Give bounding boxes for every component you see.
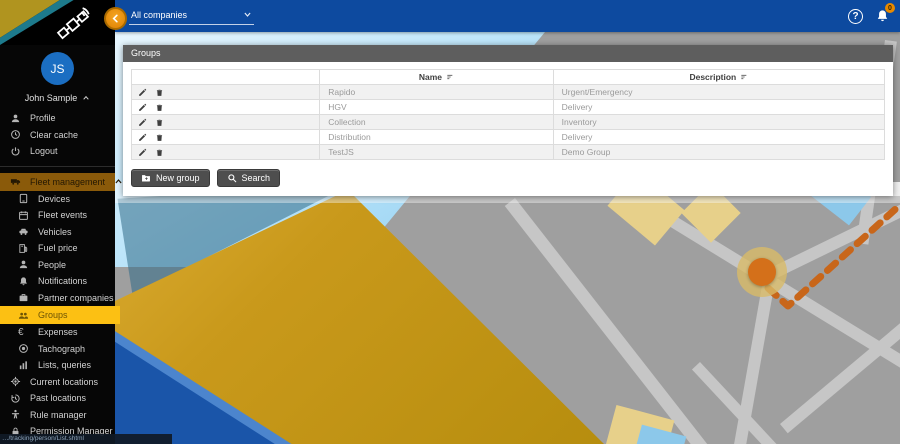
history-icon xyxy=(10,393,21,404)
sidebar-item-lists-queries[interactable]: Lists, queries xyxy=(0,357,115,374)
sidebar-item-devices[interactable]: Devices xyxy=(0,191,115,208)
delete-icon[interactable] xyxy=(155,148,164,157)
sidebar-item-expenses[interactable]: € Expenses xyxy=(0,324,115,341)
euro-icon: € xyxy=(18,326,24,338)
calendar-icon xyxy=(18,210,29,221)
sidebar-item-tachograph[interactable]: Tachograph xyxy=(0,341,115,358)
cell-name: HGV xyxy=(319,99,554,115)
sidebar-item-fuel-price[interactable]: Fuel price xyxy=(0,240,115,257)
table-row[interactable]: HGV Delivery xyxy=(130,99,886,115)
edit-icon[interactable] xyxy=(138,118,147,127)
person-icon xyxy=(10,113,21,124)
chevron-up-icon xyxy=(82,94,90,102)
delete-icon[interactable] xyxy=(155,133,164,142)
cell-description: Delivery xyxy=(552,99,886,115)
sidebar-item-vehicles[interactable]: Vehicles xyxy=(0,224,115,241)
new-group-button[interactable]: New group xyxy=(131,169,210,187)
chevron-down-icon xyxy=(243,10,252,19)
groups-panel: Groups Name Description Rapido Urgent/Em… xyxy=(123,45,893,196)
new-folder-icon xyxy=(141,173,151,183)
table-row[interactable]: Distribution Delivery xyxy=(130,129,886,145)
sidebar-item-notifications[interactable]: Notifications xyxy=(0,273,115,290)
table-row[interactable]: Rapido Urgent/Emergency xyxy=(130,84,886,100)
bell-icon xyxy=(18,276,29,287)
company-selector-value: All companies xyxy=(131,9,188,20)
panel-title: Groups xyxy=(123,45,893,62)
chevron-up-icon xyxy=(114,177,123,186)
cell-description: Delivery xyxy=(552,129,886,145)
sidebar-item-logout[interactable]: Logout xyxy=(0,143,115,160)
clock-icon xyxy=(10,129,21,140)
map-marker[interactable] xyxy=(748,258,776,286)
sidebar-item-partner-companies[interactable]: Partner companies xyxy=(0,290,115,307)
briefcase-icon xyxy=(18,292,29,303)
table-row[interactable]: TestJS Demo Group xyxy=(130,144,886,160)
topbar: All companies ? 0 xyxy=(115,0,900,32)
sidebar-section-fleet-management[interactable]: Fleet management xyxy=(0,172,122,191)
cell-name: Rapido xyxy=(319,84,554,100)
person-icon xyxy=(18,259,29,270)
browser-status-url: …/tracking/person/List.shtml xyxy=(0,434,172,444)
crosshair-icon xyxy=(10,376,21,387)
cell-name: Collection xyxy=(319,114,554,130)
table-row[interactable]: Collection Inventory xyxy=(130,114,886,130)
delete-icon[interactable] xyxy=(155,103,164,112)
sort-icon[interactable] xyxy=(446,73,454,81)
sidebar-item-fleet-events[interactable]: Fleet events xyxy=(0,207,115,224)
delete-icon[interactable] xyxy=(155,118,164,127)
collapse-sidebar-button[interactable] xyxy=(104,7,127,30)
sidebar-item-rule-manager[interactable]: Rule manager xyxy=(0,407,115,424)
tachograph-icon xyxy=(18,343,29,354)
sort-icon[interactable] xyxy=(740,73,748,81)
power-icon xyxy=(10,146,21,157)
sidebar-item-current-locations[interactable]: Current locations xyxy=(0,374,115,391)
groups-table: Name Description Rapido Urgent/Emergency xyxy=(130,69,886,160)
device-icon xyxy=(18,193,29,204)
search-icon xyxy=(227,173,237,183)
search-button[interactable]: Search xyxy=(216,169,281,187)
van-icon xyxy=(10,176,21,187)
edit-icon[interactable] xyxy=(138,148,147,157)
app-logo xyxy=(0,0,115,45)
edit-icon[interactable] xyxy=(138,88,147,97)
column-header-actions xyxy=(130,69,321,85)
cell-name: Distribution xyxy=(319,129,554,145)
sidebar-item-people[interactable]: People xyxy=(0,257,115,274)
person-standing-icon xyxy=(10,409,21,420)
user-name: John Sample xyxy=(24,93,78,103)
sidebar-item-clear-cache[interactable]: Clear cache xyxy=(0,127,115,144)
user-menu[interactable]: John Sample xyxy=(0,93,115,103)
car-icon xyxy=(18,226,29,237)
sidebar-item-groups[interactable]: Groups xyxy=(0,306,120,324)
edit-icon[interactable] xyxy=(138,133,147,142)
company-selector[interactable]: All companies xyxy=(129,8,254,25)
fuel-icon xyxy=(18,243,29,254)
delete-icon[interactable] xyxy=(155,88,164,97)
notifications-bell[interactable]: 0 xyxy=(875,3,895,24)
cell-description: Urgent/Emergency xyxy=(552,84,886,100)
chart-icon xyxy=(18,360,29,371)
help-icon[interactable]: ? xyxy=(848,8,863,24)
cell-name: TestJS xyxy=(319,144,554,160)
cell-description: Inventory xyxy=(552,114,886,130)
sidebar: JS John Sample Profile Clear cache Logou… xyxy=(0,45,122,444)
cell-description: Demo Group xyxy=(552,144,886,160)
column-header-name[interactable]: Name xyxy=(319,69,554,85)
avatar[interactable]: JS xyxy=(41,52,74,85)
satellite-icon xyxy=(52,2,94,44)
group-icon xyxy=(18,310,29,321)
sidebar-menu: Profile Clear cache Logout Fleet managem… xyxy=(0,110,122,440)
sidebar-divider xyxy=(0,165,115,167)
sidebar-item-profile[interactable]: Profile xyxy=(0,110,115,127)
sidebar-item-past-locations[interactable]: Past locations xyxy=(0,390,115,407)
notification-badge: 0 xyxy=(885,3,895,13)
column-header-description[interactable]: Description xyxy=(552,69,886,85)
edit-icon[interactable] xyxy=(138,103,147,112)
